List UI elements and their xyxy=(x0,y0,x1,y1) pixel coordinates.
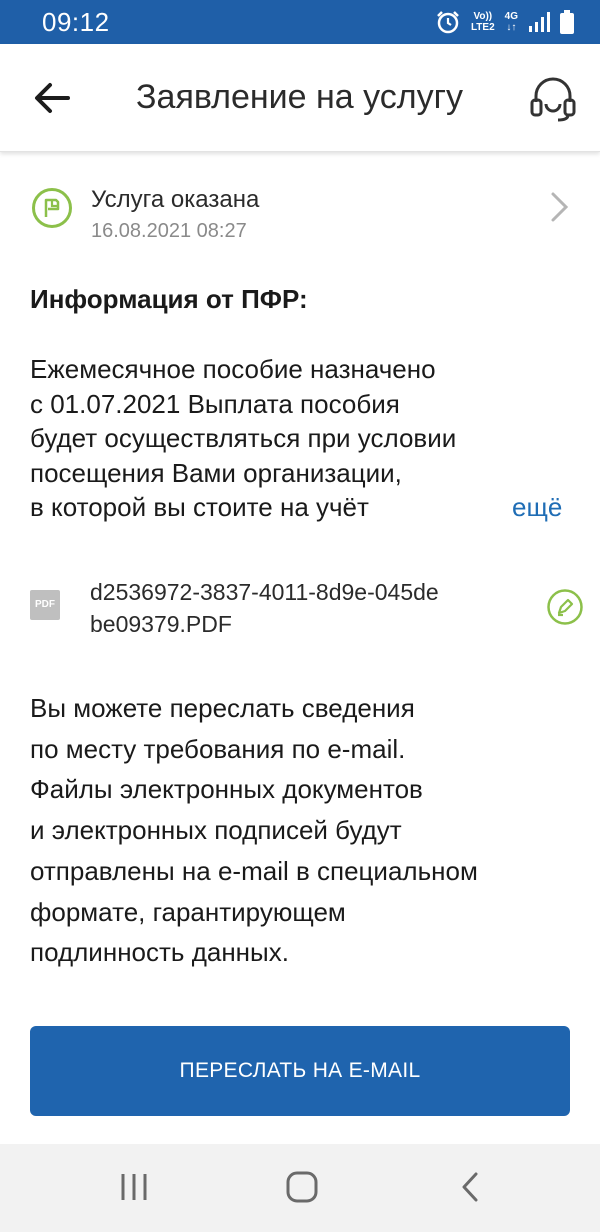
show-more-link[interactable]: ещё xyxy=(512,492,562,523)
signature-button[interactable] xyxy=(546,588,584,626)
service-status-title: Услуга оказана xyxy=(91,186,260,213)
text-fade xyxy=(410,488,520,528)
chevron-right-icon xyxy=(551,192,569,222)
info-heading: Информация от ПФР: xyxy=(30,284,308,314)
alarm-icon xyxy=(437,11,459,34)
arrow-left-icon xyxy=(35,83,70,113)
signature-pen-icon xyxy=(547,589,583,625)
battery-icon xyxy=(560,10,574,34)
page-title: Заявление на услугу xyxy=(136,78,464,116)
home-icon xyxy=(286,1171,318,1203)
headset-icon xyxy=(530,77,576,122)
signal-icon xyxy=(529,12,550,32)
attachment-row: PDF d2536972-3837-4011-8d9e-045de be0937… xyxy=(30,572,586,644)
app-bar: Заявление на услугу xyxy=(0,44,600,152)
recents-icon xyxy=(121,1174,147,1200)
nav-back-button[interactable] xyxy=(450,1170,490,1206)
volte-indicator: Vo)) LTE2 xyxy=(470,11,495,33)
forward-email-button[interactable]: ПЕРЕСЛАТЬ НА E-MAIL xyxy=(30,1026,570,1116)
support-button[interactable] xyxy=(528,74,578,124)
home-button[interactable] xyxy=(282,1170,322,1206)
status-bar: 09:12 Vo)) LTE2 4G ↓↑ xyxy=(0,0,600,44)
flag-circle-icon xyxy=(32,188,72,228)
back-button[interactable] xyxy=(30,78,74,118)
status-time: 09:12 xyxy=(42,6,110,37)
system-nav-bar xyxy=(0,1144,600,1232)
recents-button[interactable] xyxy=(114,1170,154,1206)
attachment-file-name[interactable]: d2536972-3837-4011-8d9e-045de be09379.PD… xyxy=(90,576,510,640)
status-icons: Vo)) LTE2 4G ↓↑ xyxy=(435,10,574,34)
pdf-file-icon: PDF xyxy=(30,590,60,620)
service-status-date: 16.08.2021 08:27 xyxy=(91,220,247,242)
network-type-indicator: 4G ↓↑ xyxy=(504,11,518,33)
back-chevron-icon xyxy=(462,1172,478,1202)
service-status-row[interactable]: Услуга оказана 16.08.2021 08:27 xyxy=(30,180,576,250)
email-info-text: Вы можете переслать сведения по месту тр… xyxy=(30,693,478,968)
